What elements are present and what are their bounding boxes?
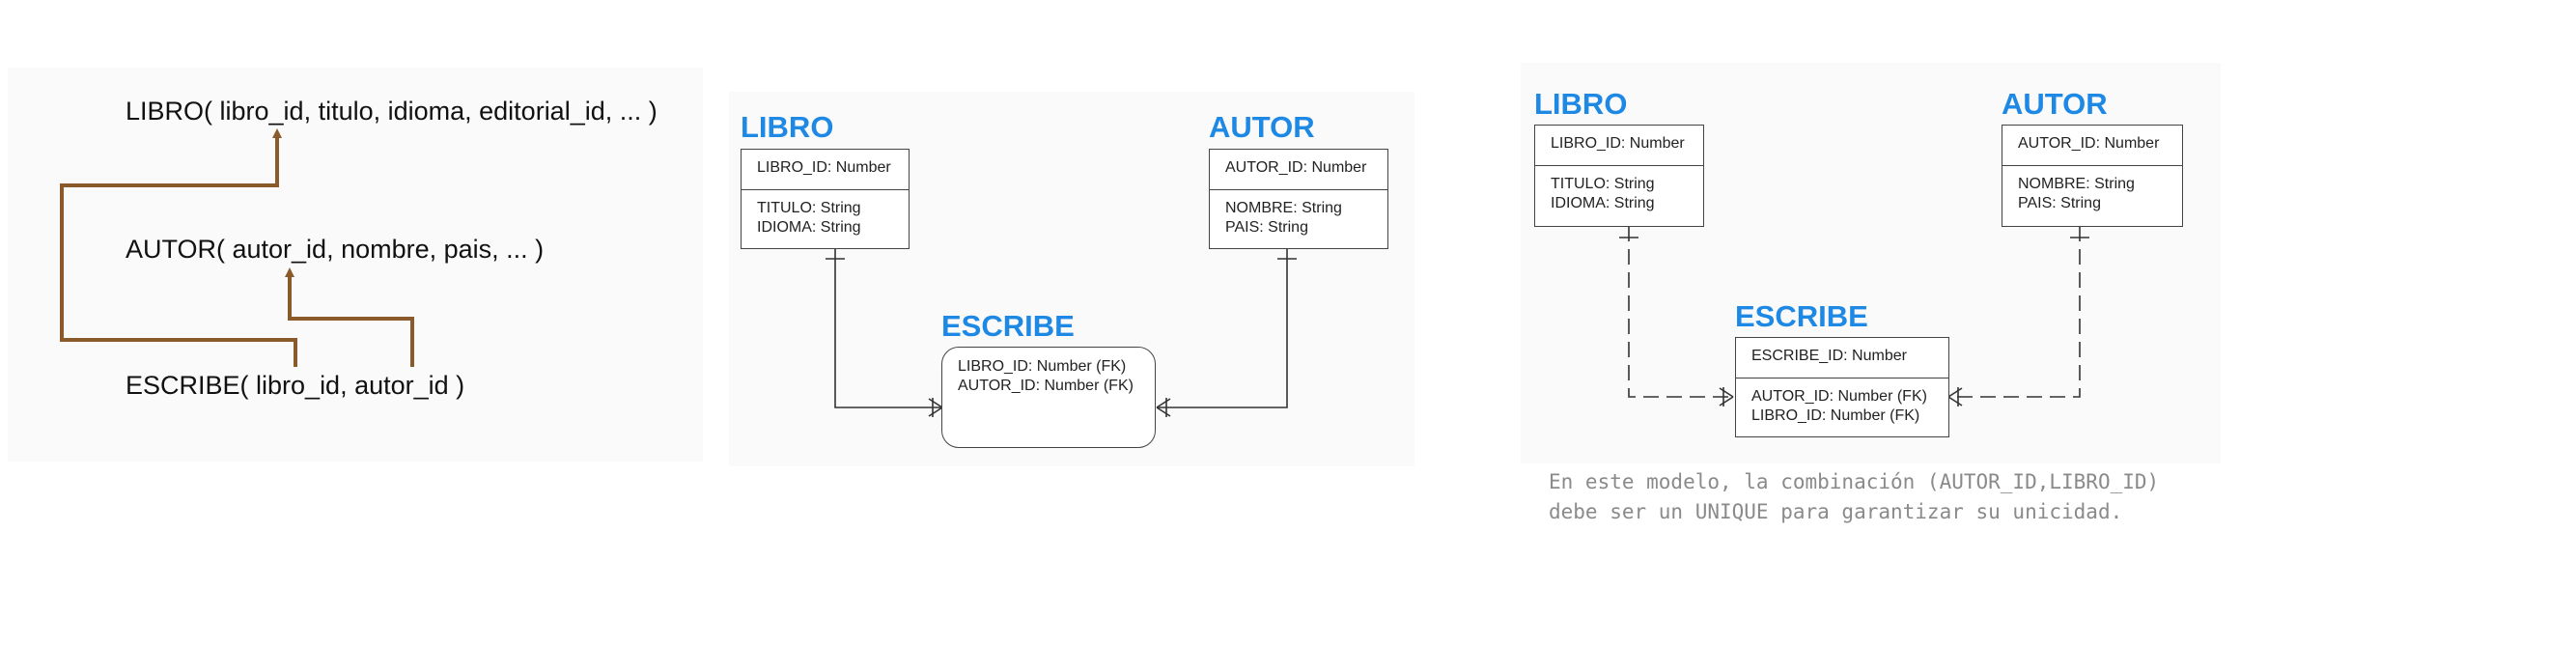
unique-constraint-note: En este modelo, la combinación (AUTOR_ID… bbox=[1549, 467, 2159, 527]
er2-libro-pk: LIBRO_ID: Number bbox=[1535, 126, 1703, 166]
er2-escribe-entity: ESCRIBE_ID: Number AUTOR_ID: Number (FK)… bbox=[1735, 337, 1949, 437]
er2-escribe-attributes: AUTOR_ID: Number (FK) LIBRO_ID: Number (… bbox=[1736, 379, 1948, 435]
er2-escribe-attr: LIBRO_ID: Number (FK) bbox=[1751, 407, 1920, 424]
er2-autor-pk: AUTOR_ID: Number bbox=[2002, 126, 2182, 166]
er2-relationship-lines bbox=[1619, 226, 2089, 407]
er2-libro-entity: LIBRO_ID: Number TITULO: String IDIOMA: … bbox=[1534, 125, 1704, 227]
er2-libro-title: LIBRO bbox=[1534, 87, 1628, 121]
er2-escribe-title: ESCRIBE bbox=[1735, 299, 1868, 333]
er2-libro-attributes: TITULO: String IDIOMA: String bbox=[1535, 166, 1703, 222]
er2-libro-attr: TITULO: String bbox=[1551, 176, 1655, 192]
er2-libro-attr: IDIOMA: String bbox=[1551, 195, 1655, 211]
er2-escribe-attr: AUTOR_ID: Number (FK) bbox=[1751, 388, 1927, 405]
er2-autor-attr: NOMBRE: String bbox=[2018, 176, 2135, 192]
note-line: En este modelo, la combinación (AUTOR_ID… bbox=[1549, 470, 2160, 493]
note-line: debe ser un UNIQUE para garantizar su un… bbox=[1549, 500, 2123, 523]
er2-autor-attr: PAIS: String bbox=[2018, 195, 2101, 211]
er2-escribe-pk: ESCRIBE_ID: Number bbox=[1736, 338, 1948, 379]
er2-autor-entity: AUTOR_ID: Number NOMBRE: String PAIS: St… bbox=[2002, 125, 2183, 227]
er2-autor-attributes: NOMBRE: String PAIS: String bbox=[2002, 166, 2182, 222]
er2-autor-title: AUTOR bbox=[2002, 87, 2108, 121]
